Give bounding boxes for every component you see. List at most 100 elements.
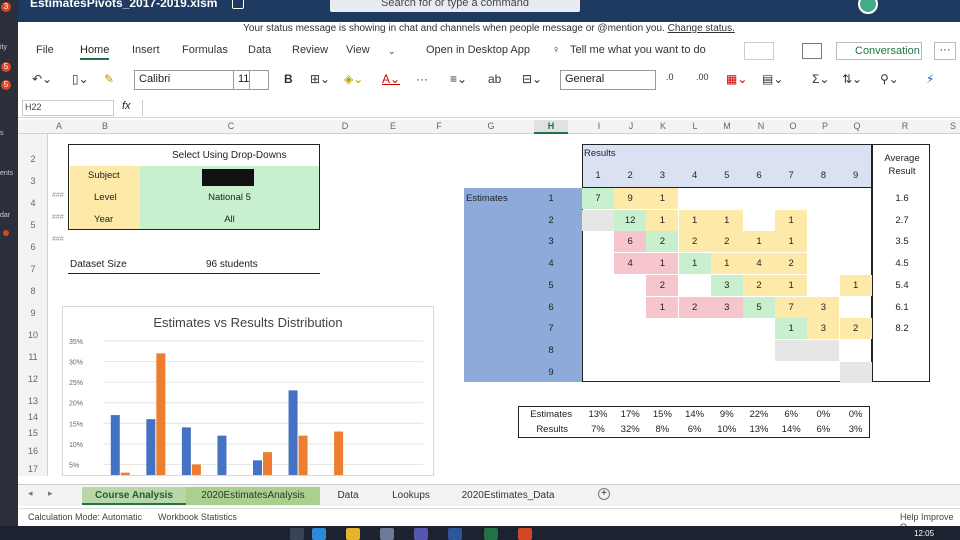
open-in-desktop-app[interactable]: Open in Desktop App (426, 44, 530, 56)
row-header[interactable]: 10 (18, 330, 48, 340)
conversation-button[interactable]: Conversation (836, 42, 922, 60)
column-header[interactable]: Q (850, 121, 864, 131)
more-button[interactable]: ··· (934, 42, 956, 60)
column-header-selected[interactable]: H (534, 120, 568, 134)
format-table-icon[interactable]: ▤⌄ (762, 72, 783, 86)
tab-home[interactable]: Home (80, 44, 110, 60)
name-box[interactable]: H22 (22, 100, 114, 116)
rail-label[interactable]: ents (0, 170, 13, 177)
powerpoint-icon[interactable] (518, 528, 532, 540)
taskbar-app-icon[interactable] (290, 528, 304, 540)
column-header[interactable]: O (786, 121, 800, 131)
paste-icon[interactable]: ▯⌄ (72, 72, 89, 86)
tab-data-sheet[interactable]: Data (320, 487, 376, 505)
conditional-format-icon[interactable]: ▦⌄ (726, 72, 747, 86)
column-header[interactable]: I (592, 121, 606, 131)
column-header[interactable]: N (754, 121, 768, 131)
tab-data[interactable]: Data (248, 44, 271, 56)
row-header[interactable]: 11 (18, 352, 48, 362)
excel-icon[interactable] (484, 528, 498, 540)
notification-badge[interactable]: 3 (1, 2, 11, 12)
file-name[interactable]: EstimatesPivots_2017-2019.xlsm (30, 0, 217, 10)
merge-icon[interactable]: ⊟⌄ (522, 72, 542, 86)
tab-course-analysis[interactable]: Course Analysis (82, 487, 186, 505)
decrease-decimal-icon[interactable]: .00 (696, 72, 709, 82)
document-icon[interactable] (232, 0, 244, 9)
row-header[interactable]: 8 (18, 286, 48, 296)
comment-icon[interactable] (802, 43, 822, 59)
notification-badge[interactable]: 5 (1, 62, 11, 72)
command-search-box[interactable]: Search for or type a command (330, 0, 580, 12)
row-header[interactable]: 4 (18, 198, 48, 208)
column-header[interactable]: P (818, 121, 832, 131)
column-header[interactable]: B (98, 121, 112, 131)
row-header[interactable]: 9 (18, 308, 48, 318)
column-header[interactable]: D (338, 121, 352, 131)
distribution-chart[interactable]: Estimates vs Results Distribution 35% 30%… (62, 306, 434, 485)
word-icon[interactable] (448, 528, 462, 540)
sort-icon[interactable]: ⇅⌄ (842, 72, 862, 86)
avatar[interactable] (858, 0, 878, 14)
column-header[interactable]: C (224, 121, 238, 131)
fx-icon[interactable]: fx (122, 100, 131, 112)
tell-me-search[interactable]: Tell me what you want to do (570, 44, 706, 56)
undo-icon[interactable]: ↶⌄ (32, 72, 52, 86)
tab-lookups[interactable]: Lookups (378, 487, 444, 505)
row-header[interactable]: 5 (18, 220, 48, 230)
column-header[interactable]: S (946, 121, 960, 131)
row-header[interactable]: 17 (18, 464, 48, 474)
row-header[interactable]: 12 (18, 374, 48, 384)
tab-2020-estimates-analysis[interactable]: 2020EstimatesAnalysis (186, 487, 320, 505)
column-header[interactable]: J (624, 121, 638, 131)
scroll-right-icon[interactable]: ▸ (48, 488, 53, 499)
column-header[interactable]: E (386, 121, 400, 131)
font-size-select[interactable]: 11 (233, 70, 269, 90)
taskbar-app-icon[interactable] (380, 528, 394, 540)
tab-review[interactable]: Review (292, 44, 328, 56)
column-header[interactable]: K (656, 121, 670, 131)
font-color-icon[interactable]: A⌄ (382, 72, 400, 86)
pencil-icon[interactable] (744, 42, 774, 60)
add-sheet-button[interactable]: + (598, 488, 610, 500)
format-painter-icon[interactable]: ✎ (104, 72, 114, 86)
level-dropdown[interactable]: National 5 (140, 188, 319, 210)
teams-icon[interactable] (414, 528, 428, 540)
workbook-statistics-link[interactable]: Workbook Statistics (158, 512, 237, 522)
bold-button[interactable]: B (284, 72, 293, 86)
number-format-select[interactable]: General (560, 70, 656, 90)
tab-view[interactable]: View (346, 44, 370, 56)
scroll-left-icon[interactable]: ◂ (28, 488, 33, 499)
tab-formulas[interactable]: Formulas (182, 44, 228, 56)
borders-icon[interactable]: ⊞⌄ (310, 72, 330, 86)
row-header[interactable]: 15 (18, 428, 48, 438)
tab-2020-estimates-data[interactable]: 2020Estimates_Data (448, 487, 568, 505)
tab-file[interactable]: File (36, 44, 54, 56)
column-header[interactable]: A (52, 121, 66, 131)
column-header[interactable]: M (720, 121, 734, 131)
column-header[interactable]: F (432, 121, 446, 131)
column-header[interactable]: G (484, 121, 498, 131)
row-header[interactable]: 7 (18, 264, 48, 274)
change-status-link[interactable]: Change status. (668, 23, 735, 34)
tab-insert[interactable]: Insert (132, 44, 160, 56)
align-icon[interactable]: ≡⌄ (450, 72, 467, 86)
autosum-icon[interactable]: Σ⌄ (812, 72, 829, 86)
row-header[interactable]: 16 (18, 446, 48, 456)
fill-color-icon[interactable]: ◈⌄ (344, 72, 363, 86)
row-header[interactable]: 6 (18, 242, 48, 252)
column-header[interactable]: L (688, 121, 702, 131)
notification-badge[interactable]: 5 (1, 80, 11, 90)
ideas-icon[interactable]: ⚡ (926, 72, 934, 86)
subject-dropdown-value[interactable] (202, 169, 254, 186)
row-header[interactable]: 2 (18, 154, 48, 164)
rail-label[interactable]: s (0, 130, 4, 137)
folder-icon[interactable] (346, 528, 360, 540)
wrap-icon[interactable]: ab (488, 72, 501, 86)
year-dropdown[interactable]: All (140, 210, 319, 229)
rail-label[interactable]: ity (0, 44, 7, 51)
rail-label[interactable]: dar (0, 212, 10, 219)
edge-icon[interactable] (312, 528, 326, 540)
chevron-down-icon[interactable]: ⌄ (388, 46, 396, 57)
find-icon[interactable]: ⚲⌄ (880, 72, 899, 86)
column-header[interactable]: R (898, 121, 912, 131)
